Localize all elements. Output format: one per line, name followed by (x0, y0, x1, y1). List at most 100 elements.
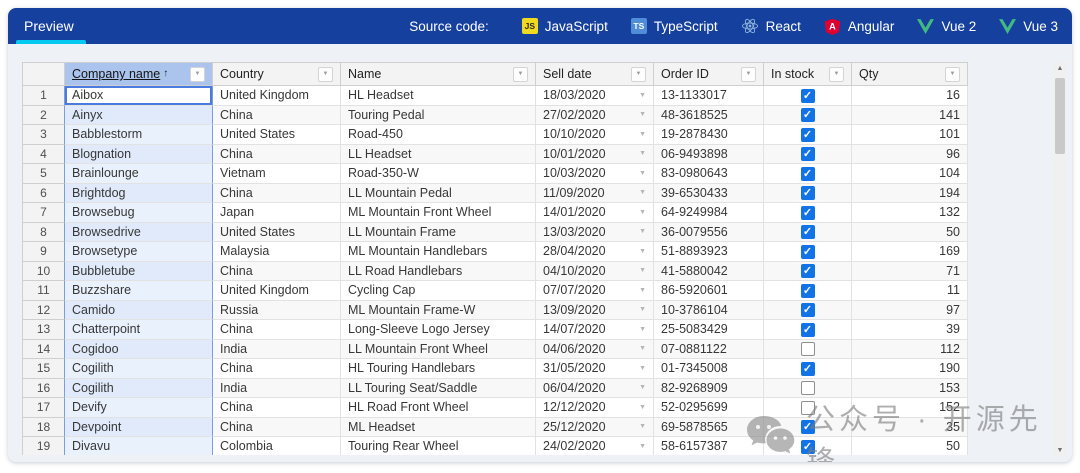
checkbox-unchecked-icon[interactable] (801, 401, 815, 415)
cell-qty[interactable]: 152 (852, 398, 968, 418)
cell-order-id[interactable]: 86-5920601 (654, 281, 764, 301)
column-dropdown-icon[interactable]: ▼ (318, 67, 333, 82)
cell-country[interactable]: India (213, 379, 341, 399)
date-dropdown-icon[interactable]: ▼ (639, 345, 646, 352)
row-number[interactable]: 12 (23, 301, 65, 321)
cell-qty[interactable]: 11 (852, 281, 968, 301)
checkbox-checked-icon[interactable]: ✓ (801, 303, 815, 317)
cell-qty[interactable]: 16 (852, 86, 968, 106)
cell-sell-date[interactable]: 18/03/2020▼ (536, 86, 654, 106)
checkbox-checked-icon[interactable]: ✓ (801, 147, 815, 161)
cell-order-id[interactable]: 51-8893923 (654, 242, 764, 262)
cell-company[interactable]: Blognation (65, 145, 213, 165)
date-dropdown-icon[interactable]: ▼ (639, 228, 646, 235)
column-header-in-stock[interactable]: In stock▼ (764, 63, 852, 86)
cell-country[interactable]: Japan (213, 203, 341, 223)
row-number[interactable]: 1 (23, 86, 65, 106)
column-header-country[interactable]: Country▼ (213, 63, 341, 86)
row-number[interactable]: 9 (23, 242, 65, 262)
row-number[interactable]: 16 (23, 379, 65, 399)
date-dropdown-icon[interactable]: ▼ (639, 365, 646, 372)
cell-name[interactable]: Touring Pedal (341, 106, 536, 126)
row-number[interactable]: 5 (23, 164, 65, 184)
cell-sell-date[interactable]: 11/09/2020▼ (536, 184, 654, 204)
scroll-down-icon[interactable]: ▼ (1054, 444, 1066, 456)
cell-sell-date[interactable]: 12/12/2020▼ (536, 398, 654, 418)
cell-country[interactable]: Russia (213, 301, 341, 321)
cell-country[interactable]: China (213, 145, 341, 165)
row-number[interactable]: 19 (23, 437, 65, 455)
cell-order-id[interactable]: 69-5878565 (654, 418, 764, 438)
cell-qty[interactable]: 96 (852, 145, 968, 165)
cell-sell-date[interactable]: 13/03/2020▼ (536, 223, 654, 243)
cell-country[interactable]: United Kingdom (213, 86, 341, 106)
cell-name[interactable]: Long-Sleeve Logo Jersey (341, 320, 536, 340)
cell-order-id[interactable]: 19-2878430 (654, 125, 764, 145)
checkbox-unchecked-icon[interactable] (801, 342, 815, 356)
cell-sell-date[interactable]: 10/10/2020▼ (536, 125, 654, 145)
date-dropdown-icon[interactable]: ▼ (639, 92, 646, 99)
date-dropdown-icon[interactable]: ▼ (639, 111, 646, 118)
cell-order-id[interactable]: 01-7345008 (654, 359, 764, 379)
date-dropdown-icon[interactable]: ▼ (639, 287, 646, 294)
vertical-scrollbar[interactable]: ▲ ▼ (1054, 62, 1066, 456)
date-dropdown-icon[interactable]: ▼ (639, 267, 646, 274)
row-number[interactable]: 6 (23, 184, 65, 204)
cell-qty[interactable]: 132 (852, 203, 968, 223)
cell-name[interactable]: Cycling Cap (341, 281, 536, 301)
cell-order-id[interactable]: 48-3618525 (654, 106, 764, 126)
cell-company[interactable]: Ainyx (65, 106, 213, 126)
cell-order-id[interactable]: 06-9493898 (654, 145, 764, 165)
cell-company[interactable]: Chatterpoint (65, 320, 213, 340)
cell-company[interactable]: Cogilith (65, 359, 213, 379)
column-header-qty[interactable]: Qty▼ (852, 63, 968, 86)
cell-qty[interactable]: 101 (852, 125, 968, 145)
cell-name[interactable]: ML Mountain Frame-W (341, 301, 536, 321)
column-dropdown-icon[interactable]: ▼ (631, 67, 646, 82)
cell-name[interactable]: HL Headset (341, 86, 536, 106)
cell-order-id[interactable]: 83-0980643 (654, 164, 764, 184)
cell-sell-date[interactable]: 14/01/2020▼ (536, 203, 654, 223)
cell-qty[interactable]: 97 (852, 301, 968, 321)
row-number[interactable]: 11 (23, 281, 65, 301)
row-number[interactable]: 2 (23, 106, 65, 126)
cell-country[interactable]: Vietnam (213, 164, 341, 184)
checkbox-checked-icon[interactable]: ✓ (801, 264, 815, 278)
date-dropdown-icon[interactable]: ▼ (639, 150, 646, 157)
cell-country[interactable]: China (213, 262, 341, 282)
row-number[interactable]: 10 (23, 262, 65, 282)
cell-country[interactable]: United Kingdom (213, 281, 341, 301)
cell-company[interactable]: Browsedrive (65, 223, 213, 243)
cell-sell-date[interactable]: 24/02/2020▼ (536, 437, 654, 455)
cell-qty[interactable]: 169 (852, 242, 968, 262)
cell-country[interactable]: China (213, 320, 341, 340)
date-dropdown-icon[interactable]: ▼ (639, 248, 646, 255)
cell-company[interactable]: Browsetype (65, 242, 213, 262)
date-dropdown-icon[interactable]: ▼ (639, 326, 646, 333)
checkbox-checked-icon[interactable]: ✓ (801, 167, 815, 181)
cell-company[interactable]: Buzzshare (65, 281, 213, 301)
cell-order-id[interactable]: 25-5083429 (654, 320, 764, 340)
cell-company[interactable]: Babblestorm (65, 125, 213, 145)
framework-link-vue-3[interactable]: Vue 3 (999, 19, 1058, 34)
cell-order-id[interactable]: 07-0881122 (654, 340, 764, 360)
cell-qty[interactable]: 35 (852, 418, 968, 438)
checkbox-checked-icon[interactable]: ✓ (801, 440, 815, 454)
cell-name[interactable]: Touring Rear Wheel (341, 437, 536, 455)
cell-name[interactable]: HL Road Front Wheel (341, 398, 536, 418)
date-dropdown-icon[interactable]: ▼ (639, 209, 646, 216)
scrollbar-thumb[interactable] (1055, 78, 1065, 154)
cell-name[interactable]: LL Touring Seat/Saddle (341, 379, 536, 399)
date-dropdown-icon[interactable]: ▼ (639, 423, 646, 430)
cell-sell-date[interactable]: 13/09/2020▼ (536, 301, 654, 321)
cell-order-id[interactable]: 36-0079556 (654, 223, 764, 243)
date-dropdown-icon[interactable]: ▼ (639, 131, 646, 138)
row-number[interactable]: 15 (23, 359, 65, 379)
checkbox-checked-icon[interactable]: ✓ (801, 206, 815, 220)
cell-company[interactable]: Cogidoo (65, 340, 213, 360)
cell-sell-date[interactable]: 04/10/2020▼ (536, 262, 654, 282)
framework-link-angular[interactable]: AAngular (824, 18, 895, 35)
cell-order-id[interactable]: 58-6157387 (654, 437, 764, 455)
cell-sell-date[interactable]: 06/04/2020▼ (536, 379, 654, 399)
cell-name[interactable]: LL Road Handlebars (341, 262, 536, 282)
